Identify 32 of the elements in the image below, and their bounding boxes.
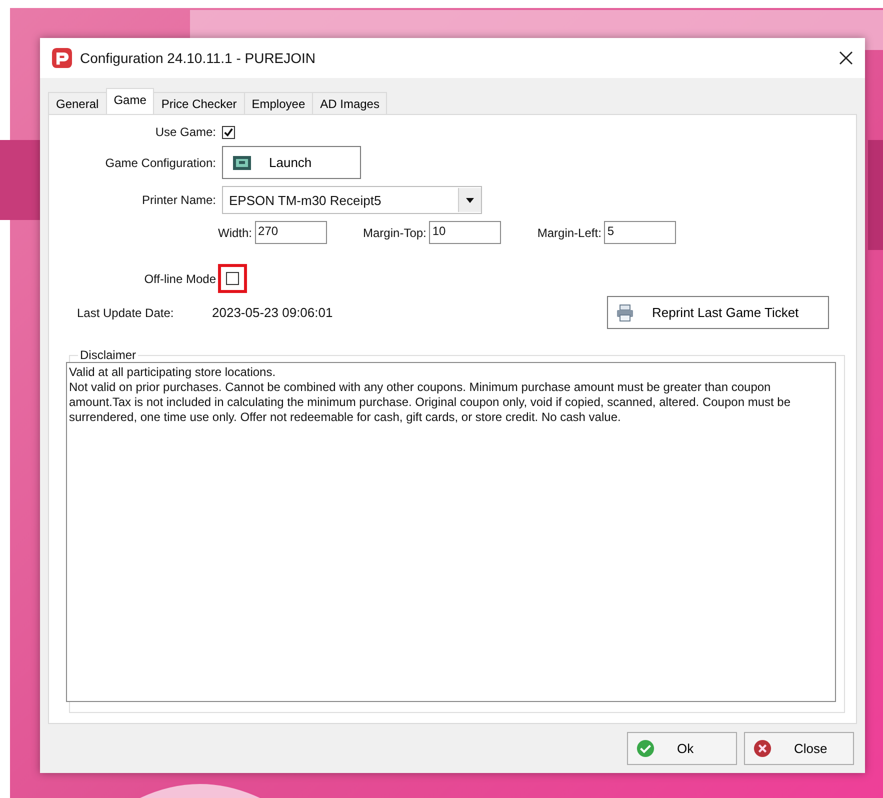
close-button[interactable]: Close (744, 732, 854, 765)
last-update-label: Last Update Date: (76, 306, 175, 320)
offline-mode-label: Off-line Mode (143, 272, 217, 286)
use-game-label: Use Game: (154, 125, 217, 139)
disclaimer-title: Disclaimer (79, 348, 138, 362)
reprint-button[interactable]: Reprint Last Game Ticket (607, 296, 829, 329)
check-icon (636, 739, 655, 758)
close-icon (753, 739, 772, 758)
size-label: Width: (218, 226, 252, 240)
use-game-checkbox[interactable] (222, 126, 235, 138)
printer-name-label: Printer Name: (140, 193, 217, 207)
ok-button[interactable]: Ok (627, 732, 737, 765)
last-update-value: 2023-05-23 09:06:01 (212, 305, 334, 320)
launch-button[interactable]: Launch (222, 146, 361, 179)
size-label: Margin-Top: (363, 226, 426, 240)
window-title: Configuration 24.10.11.1 - PUREJOIN (80, 50, 317, 66)
caret-icon (466, 198, 474, 202)
close-icon[interactable] (839, 51, 853, 65)
screen-icon (233, 156, 251, 170)
tab[interactable]: AD Images (312, 92, 388, 114)
size-field[interactable]: 5 (604, 221, 676, 244)
tab[interactable]: Game (106, 88, 154, 114)
offline-mode-checkbox[interactable] (226, 272, 239, 285)
tab[interactable]: General (48, 92, 107, 114)
printer-dropdown[interactable]: EPSON TM-m30 Receipt5 (222, 186, 482, 214)
size-field[interactable]: 270 (255, 221, 328, 244)
size-field[interactable]: 10 (429, 221, 502, 244)
app-logo-icon (52, 48, 72, 68)
game-configuration-label: Game Configuration: (104, 156, 217, 170)
disclaimer-field[interactable]: Valid at all participating store locations. Not valid on prior purchases. Cannot be combined with any other coupons. Minimum purchase amount must be greater than coupon amount.Tax is not included in calculating the minimum purchase. Original coupon only, void if copied, scanned, altered. Coupon must be surrendered, one time use only. Offer not redeemable for cash, gift cards, or store credit. No cash value. (66, 362, 836, 702)
size-label: Margin-Left: (537, 226, 602, 240)
printer-icon (616, 304, 634, 322)
